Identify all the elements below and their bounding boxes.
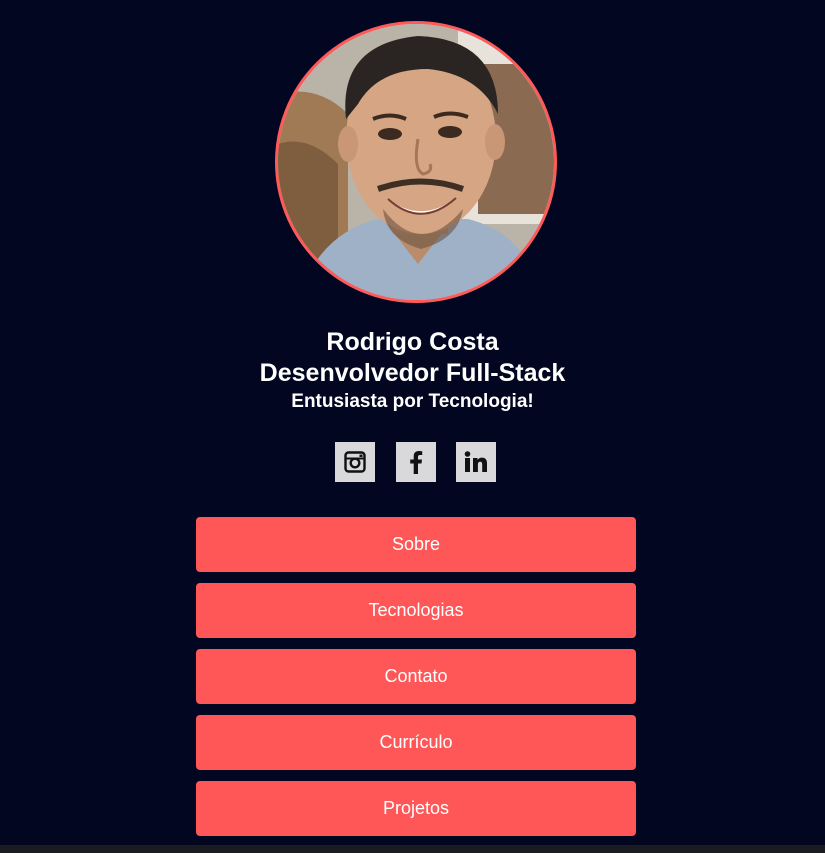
profile-avatar <box>275 21 557 303</box>
nav-button-projetos[interactable]: Projetos <box>196 781 636 836</box>
nav-button-tecnologias[interactable]: Tecnologias <box>196 583 636 638</box>
social-links <box>335 442 496 482</box>
instagram-link[interactable] <box>335 442 375 482</box>
facebook-icon <box>410 451 423 474</box>
profile-tagline: Entusiasta por Tecnologia! <box>291 391 534 412</box>
linkedin-icon <box>464 451 487 472</box>
nav-button-contato[interactable]: Contato <box>196 649 636 704</box>
profile-name: Rodrigo Costa <box>326 328 499 356</box>
profile-role: Desenvolvedor Full-Stack <box>259 359 566 387</box>
profile-photo <box>278 24 554 300</box>
linkedin-link[interactable] <box>456 442 496 482</box>
nav-button-curriculo[interactable]: Currículo <box>196 715 636 770</box>
instagram-icon <box>344 451 366 473</box>
facebook-link[interactable] <box>396 442 436 482</box>
bottom-edge-bar <box>0 845 825 853</box>
nav-button-sobre[interactable]: Sobre <box>196 517 636 572</box>
